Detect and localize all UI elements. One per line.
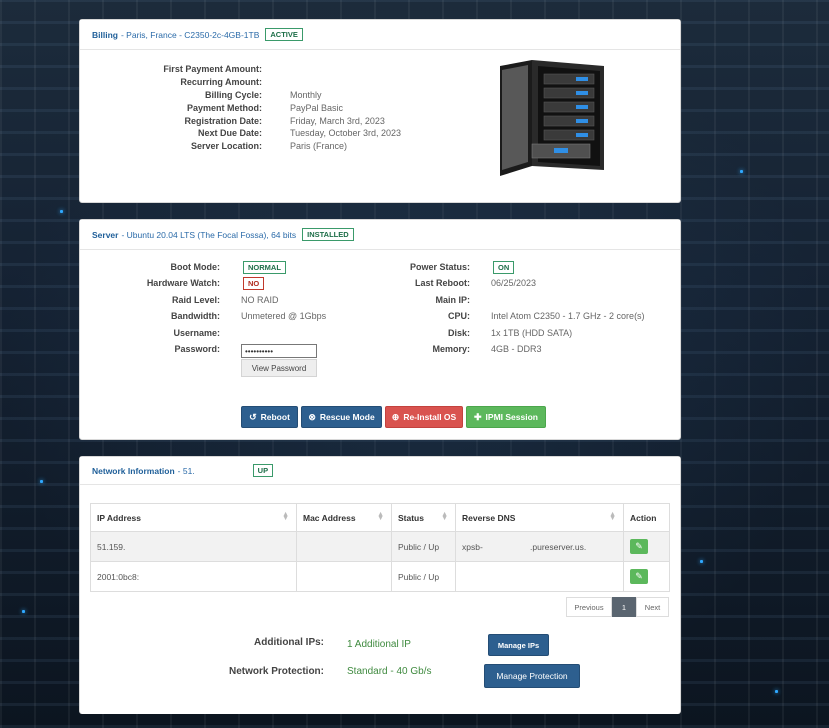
network-title: Network Information [92, 465, 175, 476]
reverse-dns-cell: xpsb- .pureserver.us. [455, 531, 624, 562]
network-panel: Network Information - 51. UP IP Address ▲… [79, 456, 681, 714]
cpu-value: Intel Atom C2350 - 1.7 GHz - 2 core(s) [491, 311, 645, 321]
edit-button[interactable]: ✎ [630, 539, 648, 554]
main-ip-label: Main IP: [435, 295, 470, 305]
billing-row: Next Due Date: Tuesday, October 3rd, 2023 [197, 128, 402, 139]
hardware-watch-label: Hardware Watch: [146, 278, 220, 288]
ipmi-session-button[interactable]: ✚ IPMI Session [466, 406, 546, 428]
billing-plan: - Paris, France - C2350-2c-4GB-1TB [120, 29, 260, 40]
sort-icon: ▲ ▼ [282, 511, 289, 522]
ip-cell: 51.159. [90, 531, 297, 562]
column-header-status[interactable]: Status ▲ ▼ [391, 503, 456, 532]
edit-icon: ✎ [635, 571, 643, 581]
download-circle-icon: ⊕ [391, 411, 400, 422]
billing-row: Server Location: Paris (France) [190, 141, 348, 152]
bandwidth-label: Bandwidth: [171, 311, 220, 321]
server-header: Server - Ubuntu 20.04 LTS (The Focal Fos… [80, 220, 680, 250]
power-status-badge: ON [493, 261, 515, 274]
memory-label: Memory: [432, 344, 470, 354]
pagination-previous[interactable]: Previous [566, 597, 612, 617]
view-password-button[interactable]: View Password [241, 359, 317, 377]
billing-header: Billing - Paris, France - C2350-2c-4GB-1… [80, 20, 680, 50]
table-row: 51.159. Public / Up xpsb- .pureserver.us… [90, 531, 670, 562]
edit-icon: ✎ [635, 541, 643, 551]
disk-value: 1x 1TB (HDD SATA) [491, 328, 573, 338]
manage-protection-button[interactable]: Manage Protection [484, 664, 580, 688]
status-badge: ACTIVE [265, 28, 303, 41]
bandwidth-value: Unmetered @ 1Gbps [241, 311, 327, 321]
raid-level-label: Raid Level: [171, 295, 220, 305]
network-protection-value: Standard - 40 Gb/s [347, 666, 432, 677]
table-header-row: IP Address ▲ ▼ Mac Address ▲ ▼ Status ▲ ▼ Reve… [90, 503, 670, 532]
column-header-ip[interactable]: IP Address ▲ ▼ [90, 503, 297, 532]
billing-row: Billing Cycle: Monthly [204, 89, 322, 100]
sort-icon: ▲ ▼ [441, 511, 448, 522]
server-title: Server [92, 229, 119, 240]
billing-title: Billing [92, 29, 118, 40]
password-field[interactable] [241, 344, 317, 358]
close-circle-icon: ⊗ [308, 411, 316, 422]
billing-row: First Payment Amount: [163, 64, 262, 75]
network-status-badge: UP [252, 464, 274, 477]
billing-details: First Payment Amount: Recurring Amount: … [80, 63, 401, 153]
boot-mode-label: Boot Mode: [170, 262, 221, 272]
reverse-dns-cell [455, 561, 624, 592]
sort-icon: ▲ ▼ [377, 511, 384, 522]
edit-button[interactable]: ✎ [630, 569, 648, 584]
power-status-label: Power Status: [409, 262, 470, 272]
disk-label: Disk: [447, 328, 470, 338]
raid-level-value: NO RAID [241, 295, 279, 305]
table-row: 2001:0bc8: Public / Up ✎ [90, 561, 670, 592]
rescue-mode-button[interactable]: ⊗ Rescue Mode [301, 406, 382, 428]
server-led [775, 690, 778, 693]
network-protection-label: Network Protection: [228, 666, 324, 677]
billing-panel: Billing - Paris, France - C2350-2c-4GB-1… [79, 19, 681, 203]
status-cell: Public / Up [391, 561, 456, 592]
manage-ips-button[interactable]: Manage IPs [488, 634, 549, 656]
billing-row: Payment Method: PayPal Basic [186, 102, 344, 113]
pagination-page[interactable]: 1 [612, 597, 636, 617]
ip-cell: 2001:0bc8: [90, 561, 297, 592]
server-rack-image [500, 60, 604, 176]
reboot-button[interactable]: ↺ Reboot [241, 406, 298, 428]
column-header-action: Action [623, 503, 670, 532]
network-ip: - 51. [177, 465, 195, 476]
server-os: - Ubuntu 20.04 LTS (The Focal Fossa), 64… [121, 229, 297, 240]
pagination-next[interactable]: Next [636, 597, 669, 617]
memory-value: 4GB - DDR3 [491, 344, 542, 354]
undo-icon: ↺ [249, 411, 257, 422]
sort-icon: ▲ ▼ [609, 511, 616, 522]
server-led [700, 560, 703, 563]
mac-cell [296, 561, 392, 592]
status-cell: Public / Up [391, 531, 456, 562]
plus-icon: ✚ [474, 411, 482, 422]
server-led [740, 170, 743, 173]
server-led [40, 480, 43, 483]
pagination: Previous 1 Next [566, 597, 669, 617]
server-led [22, 610, 25, 613]
column-header-reverse-dns[interactable]: Reverse DNS ▲ ▼ [455, 503, 624, 532]
boot-mode-badge: NORMAL [243, 261, 286, 274]
additional-ips-label: Additional IPs: [254, 637, 324, 648]
install-status-badge: INSTALLED [302, 228, 354, 241]
reinstall-os-button[interactable]: ⊕ Re-Install OS [385, 406, 463, 428]
ip-table: IP Address ▲ ▼ Mac Address ▲ ▼ Status ▲ ▼ Reve… [90, 503, 670, 592]
billing-row: Recurring Amount: [180, 77, 262, 88]
last-reboot-value: 06/25/2023 [491, 278, 537, 288]
server-panel: Server - Ubuntu 20.04 LTS (The Focal Fos… [79, 219, 681, 440]
server-led [60, 210, 63, 213]
additional-ips-value: 1 Additional IP [347, 639, 411, 650]
cpu-label: CPU: [448, 311, 470, 321]
username-label: Username: [173, 328, 220, 338]
password-label: Password: [174, 344, 220, 354]
billing-row: Registration Date: Friday, March 3rd, 202… [184, 115, 385, 126]
network-header: Network Information - 51. UP [80, 457, 680, 485]
last-reboot-label: Last Reboot: [415, 278, 470, 288]
column-header-mac[interactable]: Mac Address ▲ ▼ [296, 503, 392, 532]
mac-cell [296, 531, 392, 562]
hardware-watch-badge: NO [243, 277, 265, 290]
